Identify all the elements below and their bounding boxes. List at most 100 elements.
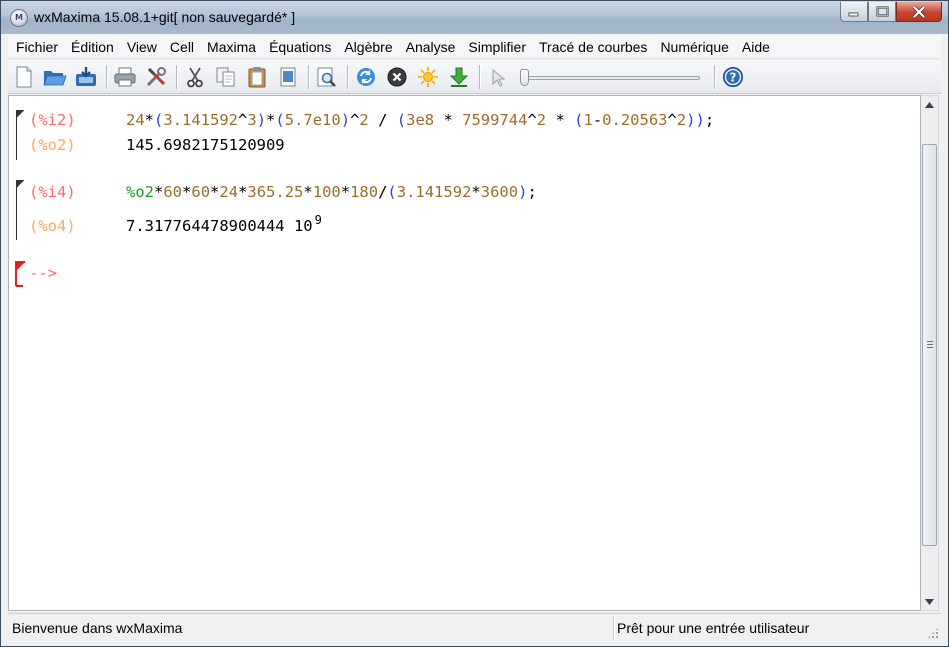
play-pointer-icon	[492, 68, 506, 87]
input-line[interactable]: (%i2) 24*(3.141592^3)*(5.7e10)^2 / (3e8 …	[9, 108, 920, 132]
slider-track	[522, 75, 700, 80]
output-line: (%o2) 145.6982175120909	[9, 133, 920, 157]
select-all-icon	[280, 67, 296, 86]
minimize-button[interactable]	[840, 2, 868, 22]
output-label: (%o4)	[29, 217, 76, 235]
code-token: ^	[667, 111, 677, 129]
code-token: -	[592, 111, 603, 129]
code-token: ;	[704, 111, 715, 129]
svg-text:?: ?	[730, 70, 737, 84]
menu-edition[interactable]: Édition	[65, 35, 121, 59]
slider-thumb[interactable]	[520, 68, 529, 86]
code-token: *	[266, 111, 276, 129]
menu-maxima[interactable]: Maxima	[201, 35, 263, 59]
scroll-thumb[interactable]	[922, 144, 937, 546]
find-icon	[317, 67, 336, 87]
minimize-icon	[848, 12, 859, 16]
copy-icon	[216, 67, 235, 86]
input-label: (%i4)	[29, 183, 76, 201]
toolbar-separator	[714, 64, 715, 89]
code-token: (	[275, 111, 285, 129]
print-button[interactable]	[112, 64, 138, 90]
select-all-button[interactable]	[275, 64, 301, 90]
menu-trace-de-courbes[interactable]: Tracé de courbes	[533, 35, 654, 59]
code-token: 3	[247, 111, 257, 129]
wxmaxima-app-icon[interactable]: M	[10, 9, 28, 27]
scroll-down-button[interactable]	[921, 593, 938, 610]
new-document-icon	[16, 66, 32, 87]
cut-button[interactable]	[182, 64, 208, 90]
code-token: /	[368, 111, 397, 129]
menu-view[interactable]: View	[120, 35, 163, 59]
output-mantissa: 145.6982175120909	[126, 136, 285, 154]
animation-button[interactable]	[415, 64, 441, 90]
find-button[interactable]	[314, 64, 340, 90]
restart-maxima-icon	[357, 67, 375, 86]
output-line: (%o4) 7.317764478900444 10 9	[9, 213, 920, 238]
close-button[interactable]	[896, 2, 942, 22]
output-label: (%o2)	[29, 136, 76, 154]
title-bar[interactable]: M wxMaxima 15.08.1+git[ non sauvegardé* …	[1, 1, 948, 34]
code-token: *	[154, 183, 164, 201]
animation-sun-icon	[418, 66, 438, 87]
code-token: *	[434, 111, 463, 129]
code-token: *	[238, 183, 248, 201]
print-icon	[114, 67, 136, 86]
copy-button[interactable]	[213, 64, 239, 90]
status-state: Prêt pour une entrée utilisateur	[617, 620, 810, 636]
code-token: *	[210, 183, 220, 201]
code-token: 2	[536, 111, 547, 129]
code-token: 24	[219, 183, 239, 201]
active-cell-bracket[interactable]	[15, 261, 27, 287]
open-folder-icon	[43, 70, 67, 85]
input-code[interactable]: %o2*60*60*24*365.25*100*180/(3.141592*36…	[126, 180, 537, 204]
menu-analyse[interactable]: Analyse	[399, 35, 462, 59]
worksheet[interactable]: (%i2) 24*(3.141592^3)*(5.7e10)^2 / (3e8 …	[8, 95, 921, 611]
menu-equations[interactable]: Équations	[263, 35, 338, 59]
code-token: 1	[583, 111, 593, 129]
input-line[interactable]: (%i4) %o2*60*60*24*365.25*100*180/(3.141…	[9, 180, 920, 204]
new-button[interactable]	[11, 64, 37, 90]
menu-simplifier[interactable]: Simplifier	[462, 35, 533, 59]
download-arrow-icon	[449, 67, 469, 87]
menu-algebre[interactable]: Algèbre	[338, 35, 399, 59]
menu-aide[interactable]: Aide	[735, 35, 776, 59]
code-token: 5.7e10	[284, 111, 341, 129]
help-icon: ?	[723, 66, 743, 87]
interrupt-button[interactable]	[384, 64, 410, 90]
toolbar-separator	[479, 64, 480, 89]
code-token: 24	[126, 111, 145, 129]
scroll-up-button[interactable]	[921, 96, 938, 113]
play-button[interactable]	[485, 64, 511, 90]
app-window: M wxMaxima 15.08.1+git[ non sauvegardé* …	[0, 0, 949, 647]
open-button[interactable]	[42, 64, 68, 90]
menu-cell[interactable]: Cell	[163, 35, 200, 59]
code-token: 365.25	[247, 183, 304, 201]
toolbar: ?	[8, 60, 941, 94]
menu-numerique[interactable]: Numérique	[654, 35, 735, 59]
menu-fichier[interactable]: Fichier	[8, 35, 65, 59]
maximize-button[interactable]	[868, 2, 896, 22]
configure-button[interactable]	[143, 64, 169, 90]
input-code[interactable]: 24*(3.141592^3)*(5.7e10)^2 / (3e8 * 7599…	[126, 108, 714, 132]
code-token: *	[340, 183, 351, 201]
resize-grip-icon[interactable]	[927, 627, 939, 639]
help-button[interactable]: ?	[720, 64, 746, 90]
cut-icon	[187, 67, 203, 87]
code-token: %o2	[126, 183, 154, 201]
code-token: )	[256, 111, 267, 129]
code-token: 3.141592	[396, 183, 472, 201]
status-bar: Bienvenue dans wxMaxima Prêt pour une en…	[8, 613, 941, 641]
restart-maxima-button[interactable]	[353, 64, 379, 90]
paste-button[interactable]	[244, 64, 270, 90]
input-prompt: -->	[29, 264, 57, 282]
vertical-scrollbar[interactable]	[921, 95, 939, 611]
arrow-down-icon	[925, 598, 934, 605]
output-value: 145.6982175120909	[126, 133, 285, 157]
animation-slider[interactable]	[518, 66, 704, 88]
code-token: 60	[163, 183, 183, 201]
save-button[interactable]	[73, 64, 99, 90]
download-button[interactable]	[446, 64, 472, 90]
code-token: 2	[359, 111, 369, 129]
arrow-up-icon	[925, 101, 934, 108]
